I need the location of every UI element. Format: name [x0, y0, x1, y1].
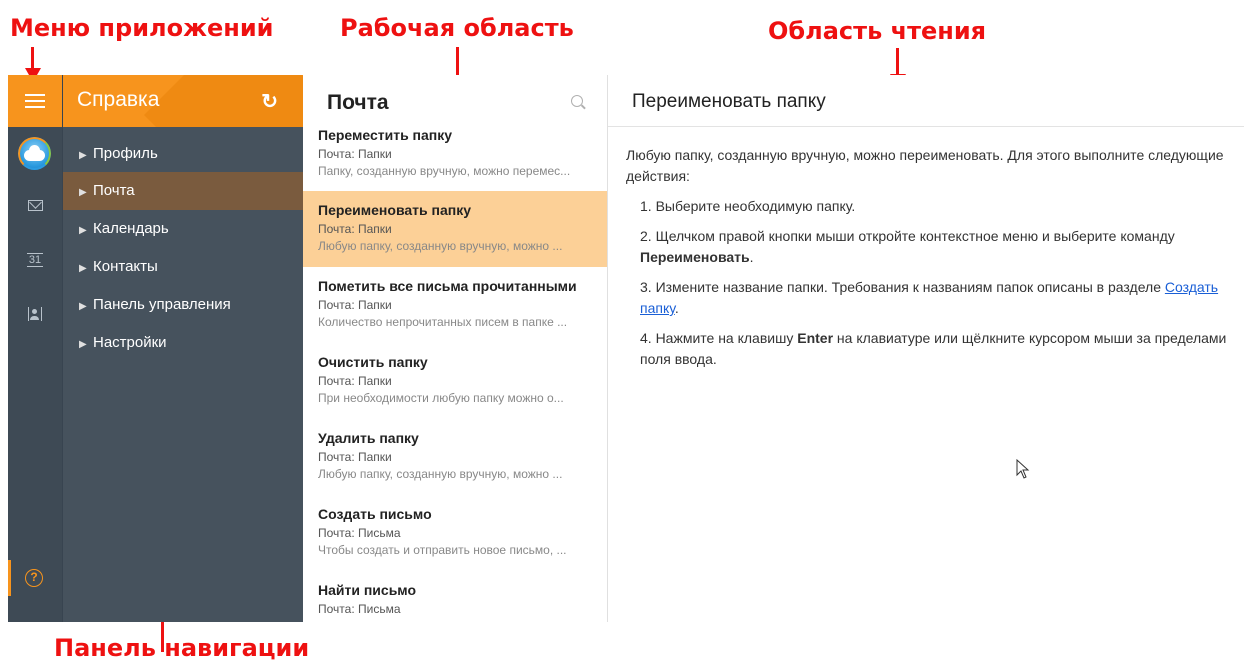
step-3-end: . [674, 300, 679, 316]
list-item-section: Почта: Папки [318, 298, 392, 312]
nav-item-control-panel[interactable]: ▶ Панель управления [63, 286, 304, 324]
list-item-title: Найти письмо [318, 582, 417, 598]
avatar[interactable] [18, 137, 51, 170]
list-item-title: Создать письмо [318, 506, 432, 522]
callout-reading-area: Область чтения [768, 17, 987, 45]
work-area: Почта Переместить папку Почта: Папки Пап… [303, 75, 608, 622]
rail-header [8, 75, 62, 127]
step-2-command: Переименовать [640, 249, 750, 265]
list-item-section: Почта: Письма [318, 526, 401, 540]
hamburger-menu-icon[interactable] [25, 94, 45, 108]
nav-item-label: Календарь [93, 220, 169, 237]
work-area-title: Почта [327, 91, 389, 114]
callout-apps-menu: Меню приложений [10, 14, 274, 42]
callout-nav-panel: Панель навигации [54, 634, 310, 662]
chevron-right-icon: ▶ [79, 150, 87, 161]
list-item[interactable]: Очистить папку Почта: Папки При необходи… [303, 343, 607, 419]
help-active-marker [8, 560, 11, 596]
chevron-right-icon: ▶ [79, 301, 87, 312]
refresh-icon[interactable]: ↻ [261, 89, 278, 114]
calendar-day: 31 [27, 253, 43, 267]
divider [608, 126, 1244, 127]
list-item[interactable]: Удалить папку Почта: Папки Любую папку, … [303, 419, 607, 495]
list-item-section: Почта: Папки [318, 450, 392, 464]
list-item[interactable]: Создать письмо Почта: Письма Чтобы созда… [303, 495, 607, 571]
help-icon[interactable]: ? [25, 569, 43, 587]
list-item-section: Почта: Папки [318, 374, 392, 388]
calendar-icon[interactable]: 31 [23, 250, 47, 270]
list-item-section: Почта: Папки [318, 147, 392, 161]
chevron-right-icon: ▶ [79, 339, 87, 350]
contacts-icon[interactable] [23, 304, 47, 324]
step-2-text: 2. Щелчком правой кнопки мыши откройте к… [640, 228, 1175, 244]
list-item-snippet: Чтобы создать и отправить новое письмо, … [318, 543, 567, 557]
list-item-title: Очистить папку [318, 354, 428, 370]
list-item-title: Удалить папку [318, 430, 419, 446]
reading-area: Переименовать папку Любую папку, созданн… [608, 75, 1244, 622]
list-item-snippet: Любую папку, созданную вручную, можно ..… [318, 467, 563, 481]
nav-item-label: Настройки [93, 334, 167, 351]
article-intro: Любую папку, созданную вручную, можно пе… [626, 147, 1224, 184]
list-item-title: Пометить все письма прочитанными [318, 278, 577, 294]
article-step-4: 4. Нажмите на клавишу Enter на клавиатур… [626, 328, 1241, 370]
app-title: Справка [77, 88, 160, 111]
nav-item-label: Контакты [93, 258, 158, 275]
list-item-snippet: Папку, созданную вручную, можно перемес.… [318, 164, 571, 178]
list-item[interactable]: Переместить папку Почта: Папки Папку, со… [303, 115, 607, 187]
callout-work-area: Рабочая область [340, 14, 574, 42]
nav-item-calendar[interactable]: ▶ Календарь [63, 210, 304, 248]
list-item[interactable]: Пометить все письма прочитанными Почта: … [303, 267, 607, 343]
step-4-text-a: 4. Нажмите на клавишу [640, 330, 794, 346]
mouse-cursor-icon [1016, 459, 1030, 479]
step-2-end: . [749, 249, 754, 265]
chevron-right-icon: ▶ [79, 225, 87, 236]
list-item-section: Почта: Папки [318, 222, 392, 236]
step-3-text: 3. Измените название папки. Требования к… [640, 279, 1161, 295]
nav-item-profile[interactable]: ▶ Профиль [63, 135, 304, 173]
search-icon[interactable] [571, 95, 583, 107]
list-item-section: Почта: Письма [318, 602, 401, 616]
app-window: 31 ? Справка ↻ ▶ Профиль ▶ Почта ▶ Календар… [8, 75, 1244, 622]
article-step-3: 3. Измените название папки. Требования к… [626, 277, 1241, 319]
list-item-snippet: Любую папку, созданную вручную, можно ..… [318, 239, 563, 253]
list-item[interactable]: Найти письмо Почта: Письма [303, 571, 607, 622]
list-item-title: Переместить папку [318, 127, 453, 143]
nav-header: Справка ↻ [63, 75, 304, 127]
nav-item-label: Панель управления [93, 296, 231, 313]
list-item-snippet: При необходимости любую папку можно о... [318, 391, 564, 405]
nav-item-contacts[interactable]: ▶ Контакты [63, 248, 304, 286]
article-step-1: 1. Выберите необходимую папку. [640, 198, 856, 214]
step-4-key: Enter [797, 330, 834, 346]
app-rail: 31 ? [8, 75, 62, 622]
list-item-title: Переименовать папку [318, 202, 471, 218]
nav-item-mail[interactable]: ▶ Почта [63, 172, 304, 210]
article-step-2: 2. Щелчком правой кнопки мыши откройте к… [626, 226, 1241, 268]
list-item-snippet: Количество непрочитанных писем в папке .… [318, 315, 568, 329]
nav-item-label: Профиль [93, 145, 158, 162]
article-body: Любую папку, созданную вручную, можно пе… [626, 145, 1241, 379]
chevron-right-icon: ▶ [79, 187, 87, 198]
list-item[interactable]: Переименовать папку Почта: Папки Любую п… [303, 191, 607, 267]
navigation-panel: Справка ↻ ▶ Профиль ▶ Почта ▶ Календарь ▶ Ко… [62, 75, 304, 622]
mail-icon[interactable] [23, 196, 47, 216]
nav-item-settings[interactable]: ▶ Настройки [63, 324, 304, 362]
chevron-right-icon: ▶ [79, 263, 87, 274]
arrow-reading-area [896, 48, 899, 76]
nav-item-label: Почта [93, 182, 135, 199]
reader-title: Переименовать папку [632, 91, 826, 112]
